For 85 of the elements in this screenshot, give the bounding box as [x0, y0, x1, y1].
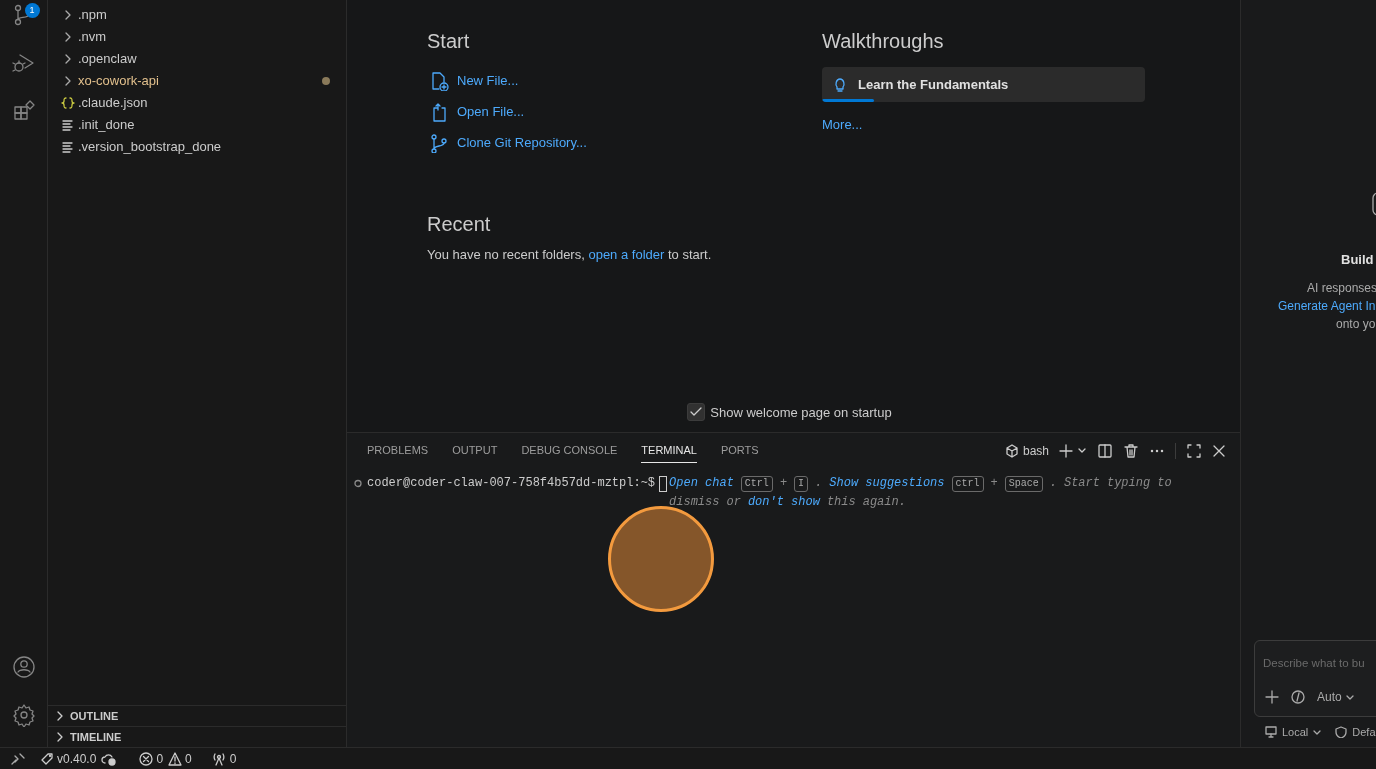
- hint-text: again.: [862, 494, 906, 511]
- plus-icon[interactable]: [1265, 690, 1279, 704]
- mode-dropdown[interactable]: Auto: [1317, 688, 1354, 706]
- version-item[interactable]: v0.40.0: [40, 749, 118, 768]
- key-hint: ctrl: [951, 476, 984, 492]
- activity-button[interactable]: 1: [0, 0, 48, 39]
- count-badge: 1: [24, 3, 40, 18]
- tag-icon: [40, 751, 54, 766]
- lightbulb-icon: [832, 76, 848, 93]
- hint-link[interactable]: Show suggestions: [829, 474, 945, 493]
- file-tree-item[interactable]: .openclaw: [48, 48, 346, 70]
- hint-text: .: [815, 475, 823, 492]
- terminal-cursor: [659, 476, 668, 492]
- hint-text: this: [826, 494, 856, 511]
- cloud-icon: [101, 751, 118, 766]
- file-tree-item[interactable]: .init_done: [48, 114, 346, 136]
- shield-icon: [1335, 726, 1348, 738]
- footer-button[interactable]: Defa: [1335, 723, 1376, 741]
- panel-tab[interactable]: DEBUG CONSOLE: [521, 439, 618, 463]
- walkthrough-card[interactable]: Learn the Fundamentals: [822, 67, 1145, 102]
- panel-tab[interactable]: OUTPUT: [452, 439, 498, 463]
- new-file-icon: [429, 70, 449, 91]
- chevron-down-icon: [1313, 728, 1322, 736]
- checkbox[interactable]: [687, 403, 706, 422]
- open-folder-link[interactable]: open a folder: [588, 247, 665, 262]
- extensions-icon: [11, 99, 36, 123]
- hint-text: typing: [1106, 475, 1151, 492]
- panel-tab[interactable]: PROBLEMS: [367, 439, 429, 463]
- terminal-prompt: coder@coder-claw-007-758f4b57dd-mztpl:~$: [367, 475, 656, 492]
- hint-text: .: [1049, 475, 1057, 492]
- hint-text: to: [1157, 475, 1172, 492]
- hint-text: +: [990, 475, 998, 492]
- key-hint: Ctrl: [740, 476, 773, 492]
- warning-icon: [168, 751, 183, 766]
- code-icon[interactable]: [1291, 690, 1305, 704]
- error-icon: [139, 751, 154, 766]
- start-link[interactable]: Open File...: [427, 96, 525, 127]
- section-title: Start: [427, 29, 471, 54]
- start-link[interactable]: Clone Git Repository...: [427, 127, 587, 158]
- key-hint: Space: [1004, 476, 1043, 492]
- chat-link[interactable]: Generate Agent In: [1278, 296, 1376, 315]
- chat-title: Build: [1341, 251, 1375, 269]
- hint-text: or: [726, 494, 741, 511]
- json-icon: [60, 95, 76, 111]
- hint-text: Start: [1063, 475, 1100, 492]
- start-link[interactable]: New File...: [427, 65, 519, 96]
- input-placeholder: Describe what to bu: [1262, 656, 1366, 671]
- section-header[interactable]: OUTLINE: [48, 705, 346, 726]
- hint-text: dismiss: [669, 494, 720, 511]
- panel-tab[interactable]: PORTS: [720, 439, 759, 463]
- key-hint: I: [794, 476, 809, 492]
- file-tree-item[interactable]: .nvm: [48, 26, 346, 48]
- maximize-icon[interactable]: [1186, 443, 1202, 459]
- checkbox-label: Show welcome page on startup: [710, 403, 892, 422]
- hint-text: +: [779, 475, 788, 492]
- trash-icon[interactable]: [1123, 443, 1139, 459]
- file-tree-item[interactable]: .claude.json: [48, 92, 346, 114]
- hint-link[interactable]: don't show: [747, 493, 820, 512]
- close-icon[interactable]: [1212, 444, 1226, 458]
- antenna-icon: [211, 751, 226, 766]
- file-tree-item[interactable]: xo-cowork-api: [48, 70, 346, 92]
- file-tree-item[interactable]: .npm: [48, 4, 346, 26]
- chevron-down-icon: [1345, 693, 1354, 701]
- panel-tab[interactable]: TERMINAL: [641, 439, 697, 463]
- settings-icon: [11, 703, 36, 727]
- hint-link[interactable]: Open chat: [669, 474, 734, 493]
- plus-icon[interactable]: [1059, 444, 1073, 458]
- more-link[interactable]: More...: [822, 115, 863, 135]
- account-icon: [11, 655, 36, 679]
- footer-button[interactable]: Local: [1265, 723, 1322, 741]
- file-tree-item[interactable]: .version_bootstrap_done: [48, 136, 346, 158]
- terminal-button[interactable]: bash: [1004, 442, 1049, 460]
- ports-item[interactable]: 0: [211, 749, 237, 768]
- remote-icon[interactable]: [11, 751, 25, 766]
- problems-item[interactable]: 0 0: [139, 749, 192, 768]
- section-title: Recent: [427, 212, 492, 237]
- cube-icon: [1004, 444, 1019, 458]
- chat-text: onto yo: [1336, 315, 1376, 333]
- monitor-icon: [1265, 726, 1277, 738]
- chat-input[interactable]: Describe what to bu Auto: [1254, 640, 1376, 717]
- recent-text: You have no recent folders, open a folder to start.: [427, 246, 713, 264]
- git-branch-icon: [429, 132, 449, 153]
- chat-text: AI responses: [1307, 279, 1376, 297]
- split-icon[interactable]: [1097, 443, 1113, 459]
- section-title: Walkthroughs: [822, 29, 945, 54]
